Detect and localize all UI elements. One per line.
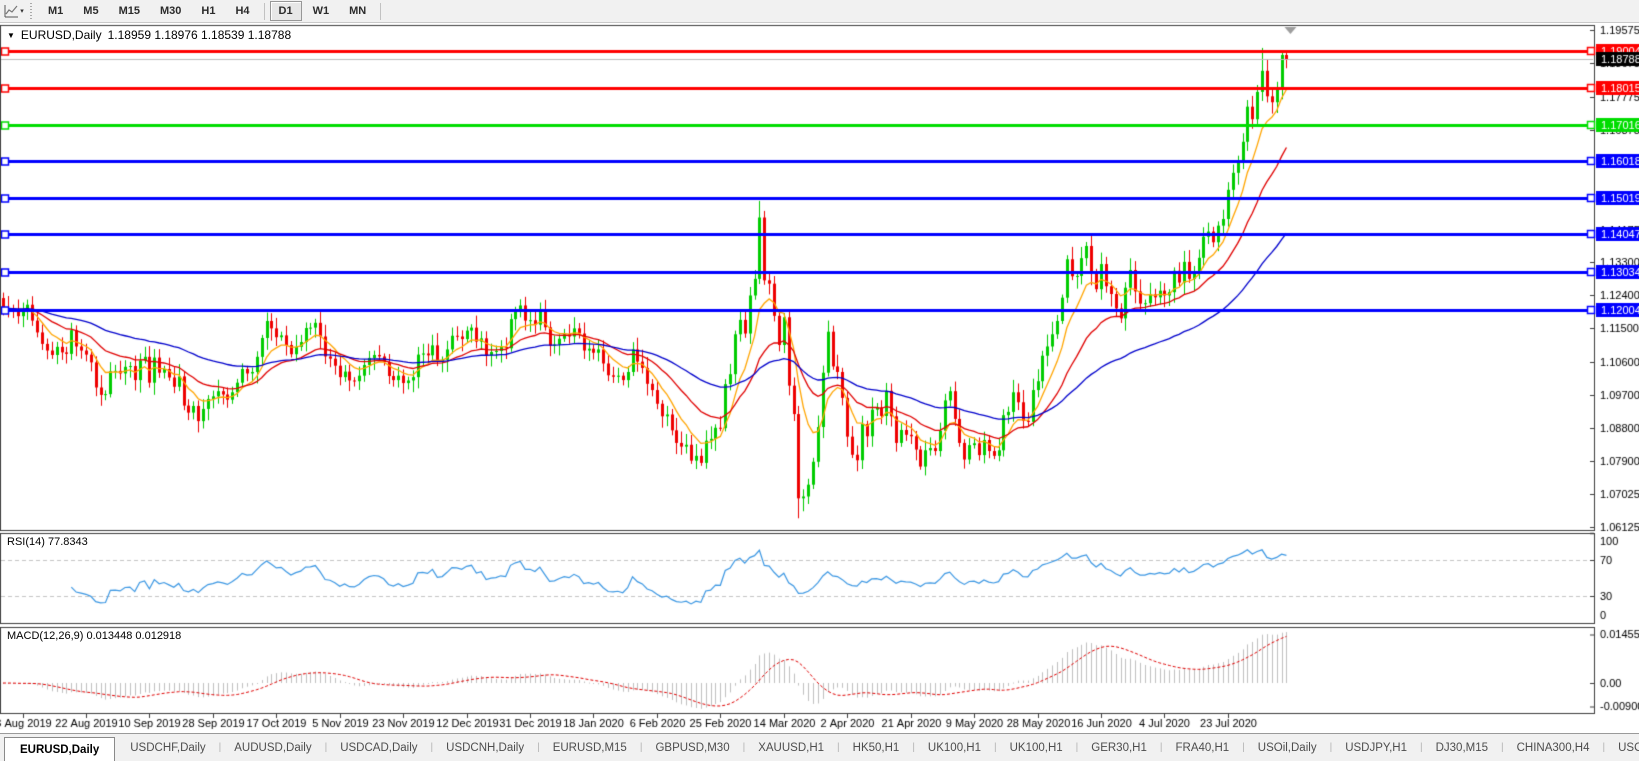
chart-cursor-tool-icon[interactable]: ▾	[2, 2, 26, 20]
timeframe-button-m5[interactable]: M5	[74, 1, 107, 21]
tab-uk100-h1[interactable]: UK100,H1	[997, 734, 1076, 761]
timeframe-button-m15[interactable]: M15	[110, 1, 149, 21]
timeframe-button-m30[interactable]: M30	[151, 1, 190, 21]
tab-eurusd-daily[interactable]: EURUSD,Daily	[4, 737, 115, 761]
tab-ger30-h1[interactable]: GER30,H1	[1078, 734, 1160, 761]
chart-ohlc-values: 1.18959 1.18976 1.18539 1.18788	[108, 28, 292, 42]
timeframe-button-m1[interactable]: M1	[39, 1, 72, 21]
timeframe-toolbar: ▾ M1M5M15M30H1H4 D1W1MN	[0, 0, 1639, 23]
chart-title: ▼ EURUSD,Daily 1.18959 1.18976 1.18539 1…	[7, 28, 291, 42]
tab-fra40-h1[interactable]: FRA40,H1	[1162, 734, 1242, 761]
rsi-indicator-label: RSI(14) 77.8343	[7, 536, 88, 548]
chart-tool-dropdown-icon[interactable]: ▾	[20, 7, 24, 15]
price-chart-canvas[interactable]	[0, 23, 1639, 733]
tab-xauusd-h1[interactable]: XAUUSD,H1	[745, 734, 837, 761]
tab-eurusd-m15[interactable]: EURUSD,M15	[540, 734, 640, 761]
chart-symbol-period: EURUSD,Daily	[21, 28, 102, 42]
tab-usdchf-daily[interactable]: USDCHF,Daily	[117, 734, 218, 761]
timeframe-button-h4[interactable]: H4	[226, 1, 258, 21]
tab-hk50-h1[interactable]: HK50,H1	[840, 734, 913, 761]
macd-indicator-label: MACD(12,26,9) 0.013448 0.012918	[7, 630, 181, 642]
toolbar-grip[interactable]	[28, 3, 34, 19]
tab-usoil-h4[interactable]: USOil,H4	[1605, 734, 1639, 761]
chart-tab-bar: EURUSD,DailyUSDCHF,Daily|AUDUSD,Daily|US…	[0, 733, 1639, 761]
timeframe-button-w1[interactable]: W1	[304, 1, 339, 21]
tab-audusd-daily[interactable]: AUDUSD,Daily	[221, 734, 324, 761]
tab-dj30-m15[interactable]: DJ30,M15	[1423, 734, 1501, 761]
tab-usdcnh-daily[interactable]: USDCNH,Daily	[433, 734, 537, 761]
toolbar-separator	[264, 3, 265, 20]
timeframe-button-mn[interactable]: MN	[340, 1, 375, 21]
tab-usdjpy-h1[interactable]: USDJPY,H1	[1332, 734, 1420, 761]
tab-usdcad-daily[interactable]: USDCAD,Daily	[327, 734, 430, 761]
tab-china300-h4[interactable]: CHINA300,H4	[1504, 734, 1603, 761]
tab-uk100-h1[interactable]: UK100,H1	[915, 734, 994, 761]
tab-gbpusd-m30[interactable]: GBPUSD,M30	[642, 734, 742, 761]
timeframe-button-h1[interactable]: H1	[192, 1, 224, 21]
timeframe-button-d1[interactable]: D1	[270, 1, 302, 21]
chart-title-arrow-icon[interactable]: ▼	[7, 31, 15, 40]
tab-usoil-daily[interactable]: USOil,Daily	[1245, 734, 1330, 761]
toolbar-separator	[380, 3, 381, 20]
